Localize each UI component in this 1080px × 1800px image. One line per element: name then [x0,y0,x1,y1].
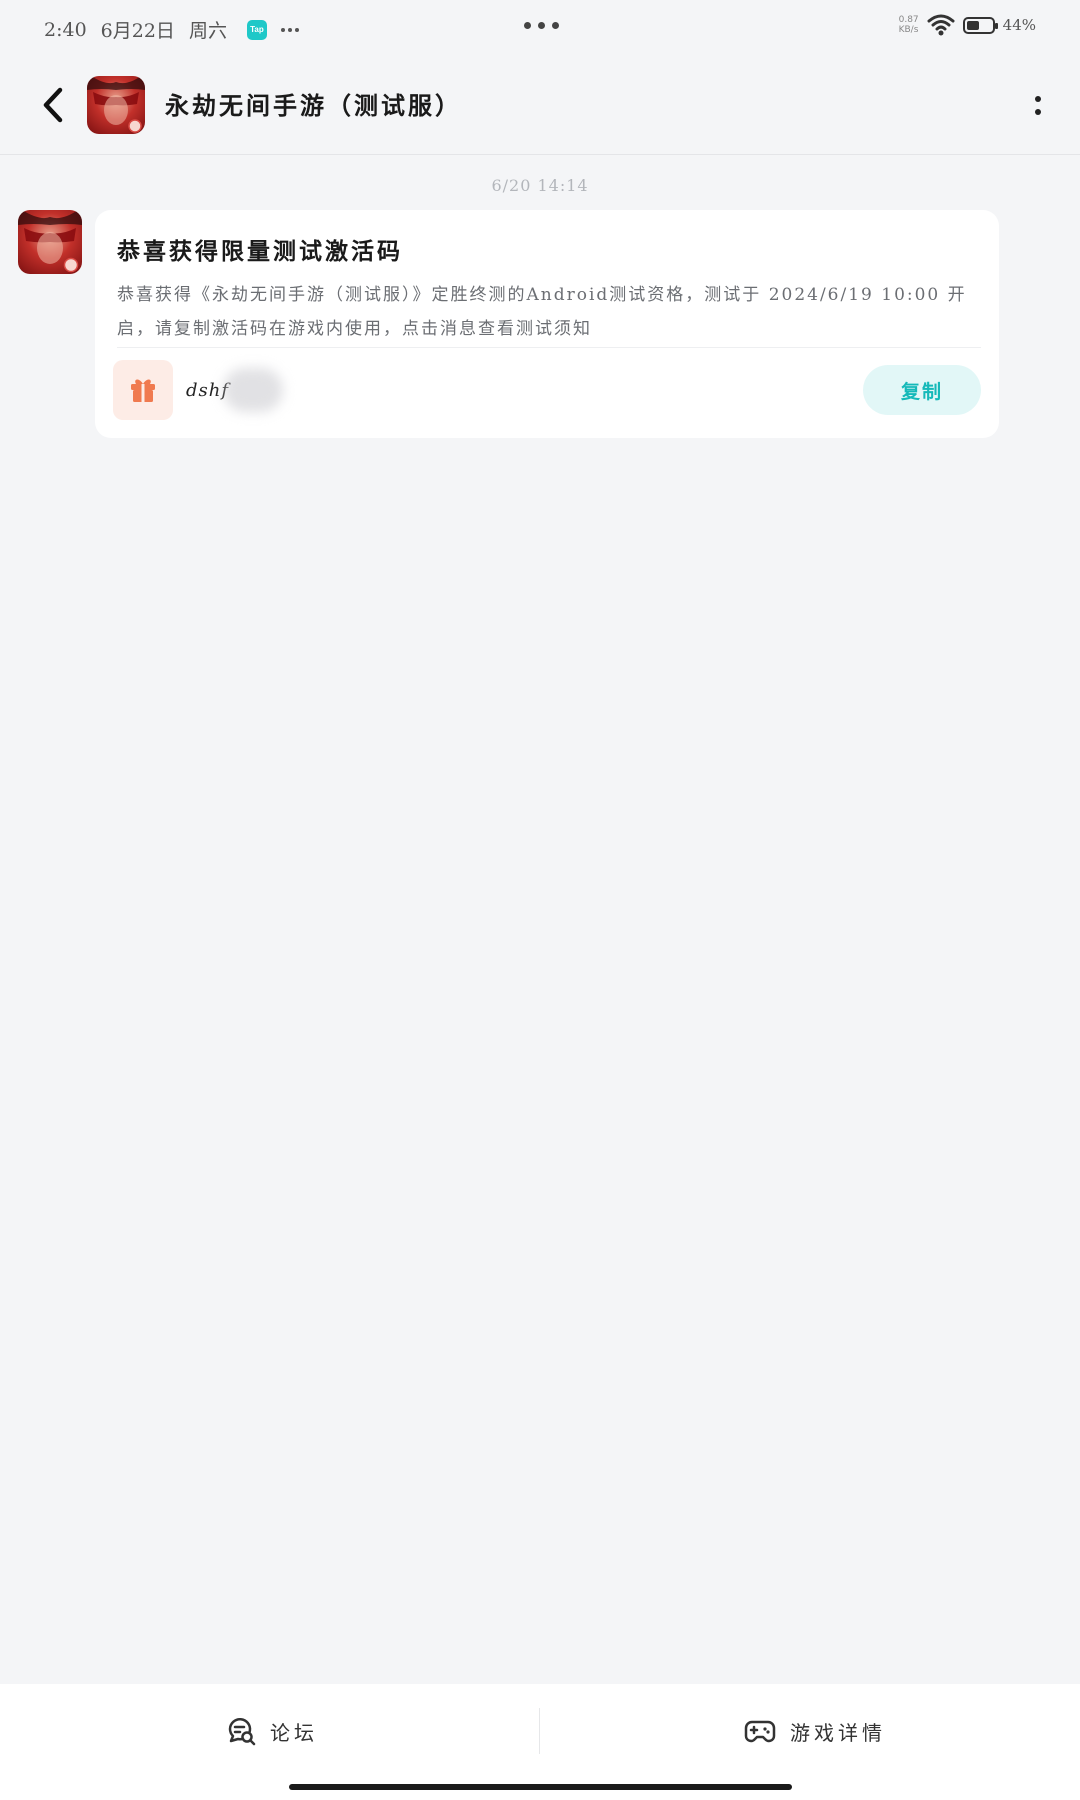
network-speed: 0.87 KB/s [899,15,919,35]
more-options-button[interactable] [1016,80,1060,130]
back-arrow-icon [43,87,63,123]
game-avatar[interactable] [87,76,145,134]
status-date: 6月22日 [100,20,175,42]
activation-code-message[interactable]: 恭喜获得限量测试激活码 恭喜获得《永劫无间手游（测试服）》定胜终测的Androi… [95,210,999,438]
message-timestamp: 6/20 14:14 [491,176,589,195]
battery-fill [966,20,979,30]
message-divider [117,347,981,348]
message-title: 恭喜获得限量测试激活码 [117,238,403,265]
forum-button[interactable]: 论坛 [226,1704,318,1758]
more-notifications-icon [280,27,299,32]
battery-percent: 44% [1002,16,1036,34]
forum-label: 论坛 [270,1720,318,1745]
wifi-icon [927,14,955,36]
message-body[interactable]: 恭喜获得《永劫无间手游（测试服）》定胜终测的Android测试资格，测试于 20… [117,278,977,346]
bottom-divider [539,1708,540,1754]
status-right: 0.87 KB/s 44% [899,14,1036,36]
game-details-button[interactable]: 游戏详情 [744,1704,886,1758]
battery-icon [962,16,998,34]
tap-app-label: Tap [250,25,264,34]
multitask-handle-icon[interactable] [524,22,559,29]
gift-icon [131,379,155,402]
status-weekday: 周六 [188,20,227,42]
game-icon [87,76,145,133]
status-left: 2:40 6月22日 周六 Tap [44,16,299,43]
sender-avatar[interactable] [18,210,82,274]
page-title: 永劫无间手游（测试服） [165,91,462,120]
gamepad-icon [744,1720,776,1743]
network-speed-unit: KB/s [898,25,919,35]
game-details-label: 游戏详情 [790,1720,886,1745]
copy-button[interactable]: 复制 [863,365,981,415]
more-vertical-icon [1035,95,1041,102]
gift-badge [113,360,173,420]
top-nav: 永劫无间手游（测试服） [0,56,1080,155]
game-icon [18,210,82,273]
forum-icon [228,1717,256,1746]
bottom-nav: 论坛 游戏详情 [0,1684,1080,1800]
network-speed-value: 0.87 [898,15,919,25]
status-time: 2:40 [44,18,87,41]
home-indicator[interactable] [289,1784,792,1790]
tap-app-icon: Tap [246,19,267,40]
status-bar: 2:40 6月22日 周六 Tap 0.87 KB/s 44% [0,0,1080,56]
activation-code-redaction [223,368,283,412]
back-button[interactable] [28,80,78,130]
